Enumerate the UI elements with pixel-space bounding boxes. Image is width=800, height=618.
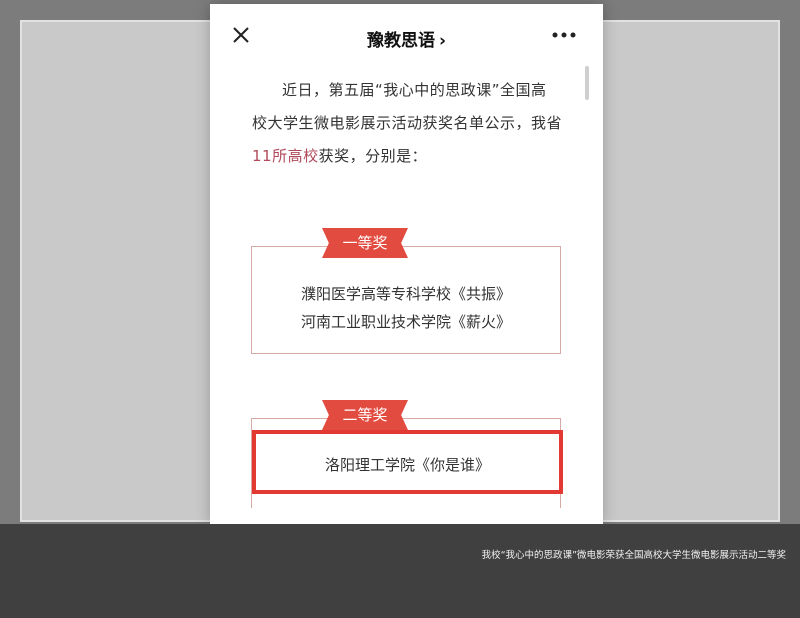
first-prize-ribbon: 一等奖 (322, 228, 408, 258)
scrollbar[interactable] (585, 66, 589, 100)
top-nav-bar: 豫教思语 › (210, 4, 603, 64)
first-prize-item-1: 濮阳医学高等专科学校《共振》 (300, 285, 511, 303)
screenshot-stage: 豫教思语 › 近日，第五届“我心中的思政课”全国高 校大学生微电影展示活动获奖名单… (0, 0, 800, 618)
second-prize-highlight: 洛阳理工学院《你是谁》 (252, 430, 563, 494)
first-prize-box: 濮阳医学高等专科学校《共振》 河南工业职业技术学院《薪火》 (251, 246, 561, 354)
chevron-right-icon: › (438, 31, 446, 51)
image-caption: 我校“我心中的思政课”微电影荣获全国高校大学生微电影展示活动二等奖 (481, 550, 786, 561)
intro-line-2: 校大学生微电影展示活动获奖名单公示，我省 (252, 114, 563, 132)
highlight-universities: 11所高校 (252, 147, 319, 165)
second-prize-ribbon: 二等奖 (322, 400, 408, 430)
more-icon[interactable] (551, 30, 577, 40)
second-prize-item-1: 洛阳理工学院《你是谁》 (324, 456, 490, 474)
caption-bar: 我校“我心中的思政课”微电影荣获全国高校大学生微电影展示活动二等奖 (0, 524, 800, 618)
intro-line-3: 获奖，分别是： (318, 147, 428, 165)
article-intro: 近日，第五届“我心中的思政课”全国高 校大学生微电影展示活动获奖名单公示，我省 … (252, 74, 570, 173)
first-prize-item-2: 河南工业职业技术学院《薪火》 (300, 313, 511, 331)
intro-line-1: 近日，第五届“我心中的思政课”全国高 (282, 81, 547, 99)
account-title-text: 豫教思语 (366, 31, 435, 51)
account-title[interactable]: 豫教思语 › (210, 26, 603, 51)
